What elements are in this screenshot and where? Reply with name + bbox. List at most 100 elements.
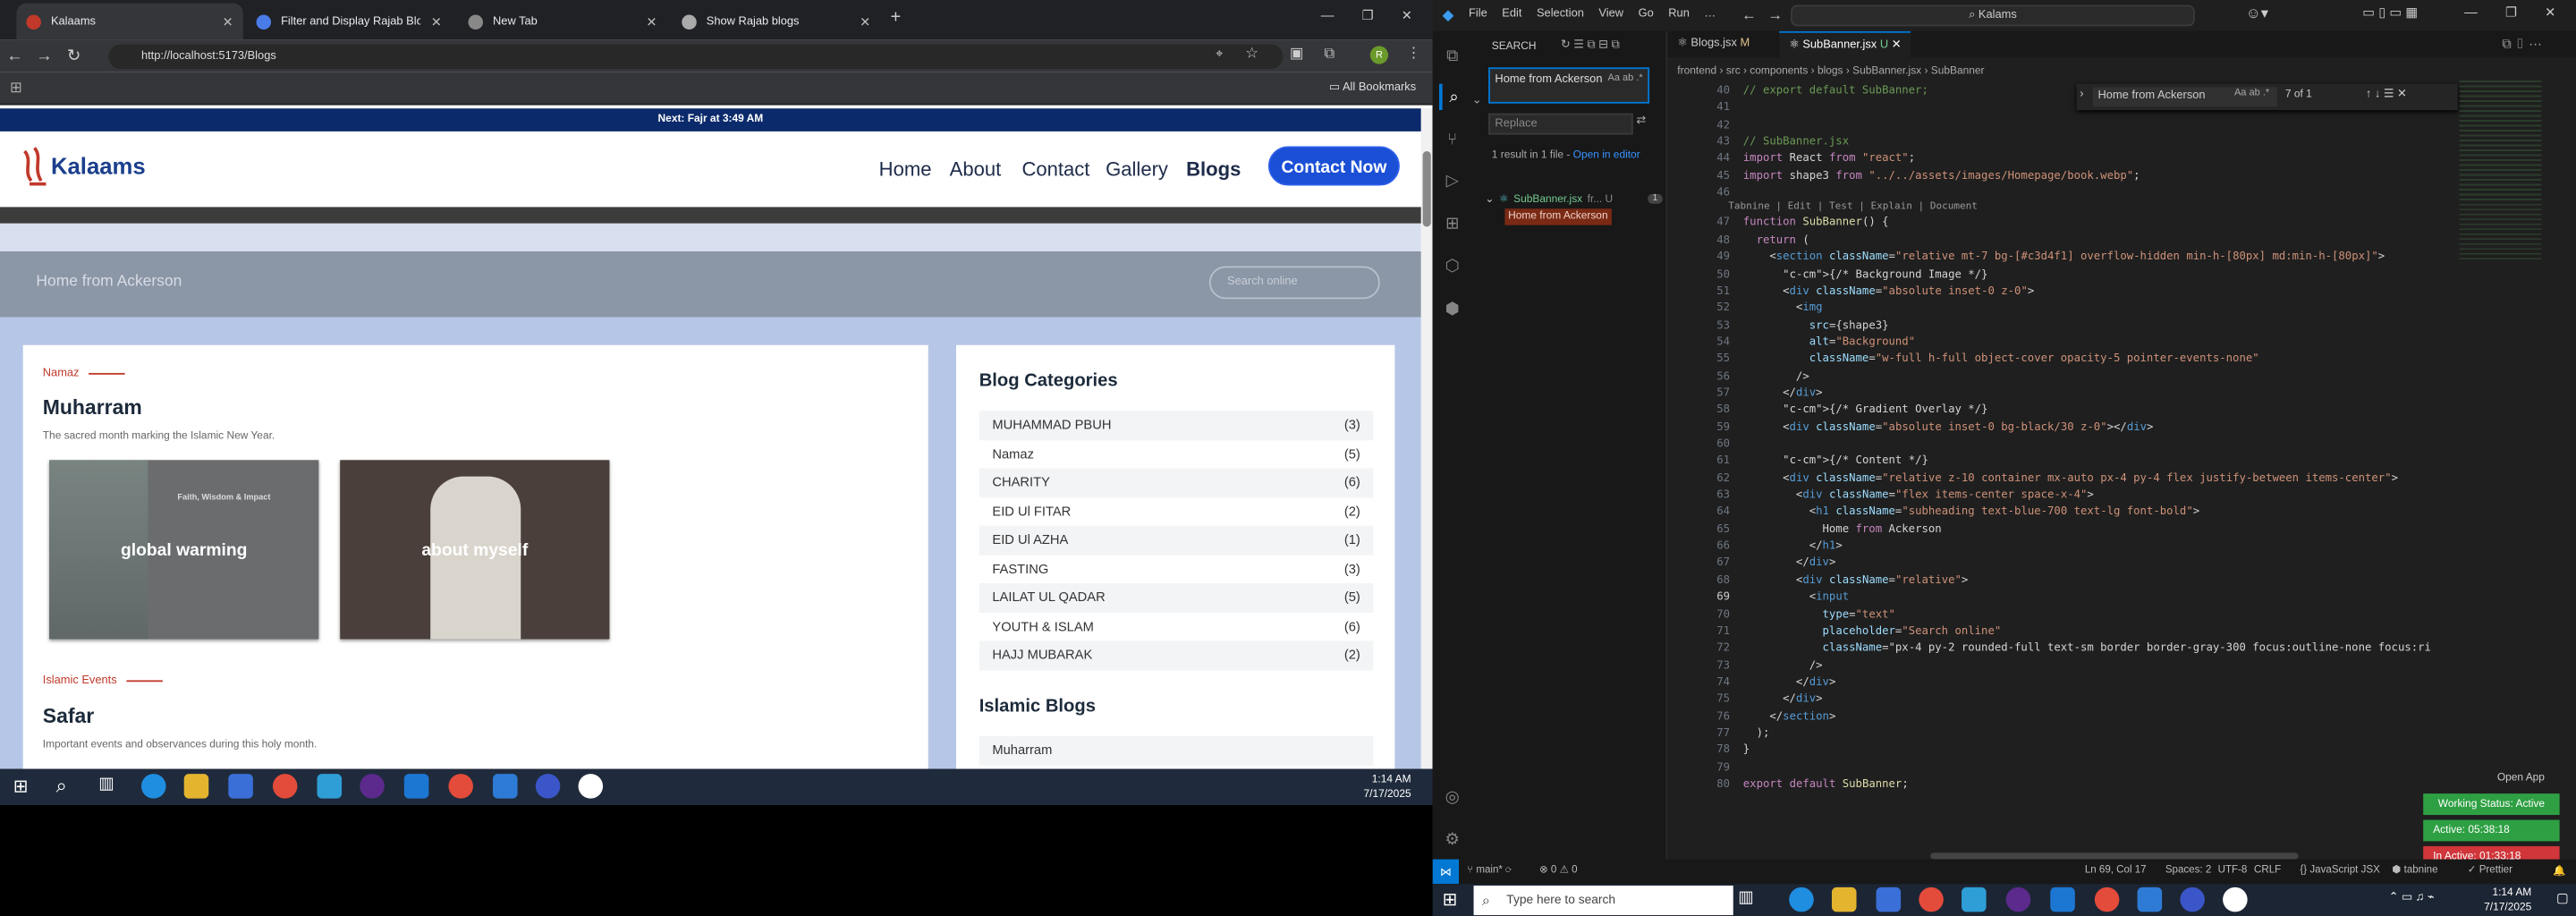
github-icon[interactable] bbox=[360, 774, 385, 799]
horizontal-scrollbar[interactable] bbox=[1930, 852, 2299, 860]
maximize-icon[interactable]: ❐ bbox=[2505, 5, 2517, 21]
menu-item[interactable]: … bbox=[1704, 8, 1716, 20]
code-line[interactable]: </div> bbox=[1743, 692, 1822, 706]
code-line[interactable]: src={shape3} bbox=[1743, 318, 1889, 331]
code-line[interactable]: "c-cm">{/* Content */} bbox=[1743, 454, 1928, 468]
code-line[interactable]: // SubBanner.jsx bbox=[1743, 135, 1849, 148]
file-explorer-icon[interactable] bbox=[1831, 886, 1857, 912]
breadcrumb-item[interactable]: SubBanner.jsx bbox=[1852, 65, 1921, 77]
zoom-icon[interactable] bbox=[2180, 886, 2205, 912]
code-line[interactable]: type="text" bbox=[1743, 607, 1895, 621]
menu-item[interactable]: Edit bbox=[1502, 8, 1521, 20]
browser-tab-kalaams[interactable]: Kalaams ✕ bbox=[16, 3, 243, 40]
code-line[interactable]: </div> bbox=[1743, 556, 1835, 570]
menu-item[interactable]: Run bbox=[1668, 8, 1690, 20]
post-title[interactable]: Safar bbox=[43, 705, 94, 728]
eol[interactable]: CRLF bbox=[2254, 864, 2281, 876]
store-icon[interactable] bbox=[1876, 886, 1902, 912]
breadcrumb-item[interactable]: components bbox=[1750, 65, 1808, 77]
close-icon[interactable]: ✕ bbox=[860, 14, 870, 30]
match-case-icon[interactable]: Aa ab .* bbox=[1608, 72, 1643, 88]
source-control-icon[interactable]: ⑂ bbox=[1439, 126, 1465, 152]
category-item[interactable]: FASTING (3) bbox=[979, 555, 1374, 583]
breadcrumb-item[interactable]: src bbox=[1726, 65, 1741, 77]
chrome-icon[interactable] bbox=[448, 774, 473, 799]
language-mode[interactable]: {} JavaScript JSX bbox=[2300, 864, 2379, 876]
chrome-icon[interactable] bbox=[2094, 886, 2120, 912]
category-item[interactable]: MUHAMMAD PBUH (3) bbox=[979, 411, 1374, 440]
url-input[interactable]: http://localhost:5173/Blogs bbox=[108, 44, 1284, 70]
category-item[interactable]: Namaz (5) bbox=[979, 439, 1374, 468]
toggle-replace-icon[interactable]: ⌄ bbox=[1472, 94, 1482, 107]
category-item[interactable]: LAILAT UL QADAR (5) bbox=[979, 583, 1374, 613]
minimize-icon[interactable]: — bbox=[1321, 8, 1335, 23]
chrome-icon[interactable] bbox=[1919, 886, 1944, 912]
search-input[interactable]: Search online bbox=[1208, 266, 1380, 300]
result-file-row[interactable]: ⌄ ⚛ SubBanner.jsx fr... U 1 bbox=[1485, 191, 1663, 207]
explorer-icon[interactable]: ⧉ bbox=[1439, 43, 1465, 69]
close-icon[interactable]: ✕ bbox=[431, 14, 442, 30]
code-line[interactable]: className="px-4 py-2 rounded-full text-s… bbox=[1743, 641, 2431, 655]
nav-contact[interactable]: Contact bbox=[1021, 157, 1089, 181]
code-line[interactable]: /> bbox=[1743, 658, 1823, 672]
code-line[interactable]: "c-cm">{/* Background Image */} bbox=[1743, 267, 1987, 280]
cursor-position[interactable]: Ln 69, Col 17 bbox=[2085, 864, 2147, 876]
contact-now-button[interactable]: Contact Now bbox=[1267, 146, 1400, 186]
app-icon[interactable] bbox=[2223, 886, 2248, 912]
search-icon[interactable]: ⌕ bbox=[55, 774, 66, 799]
category-item[interactable]: YOUTH & ISLAM (6) bbox=[979, 612, 1374, 640]
remote-indicator-icon[interactable]: ⋈ bbox=[1432, 859, 1460, 885]
layout-icons[interactable]: ▭ ▯ ▭ ▦ bbox=[2362, 5, 2418, 21]
minimap[interactable] bbox=[2459, 81, 2542, 262]
site-logo[interactable]: Kalaams bbox=[20, 145, 146, 188]
forward-icon[interactable]: → bbox=[1767, 6, 1783, 22]
blog-card-global-warming[interactable]: Faith, Wisdom & Impact global warming bbox=[49, 460, 319, 640]
nav-about[interactable]: About bbox=[950, 157, 1002, 181]
page-scroll-thumb[interactable] bbox=[1422, 150, 1431, 227]
code-editor[interactable]: 40 // export default SubBanner; 41 42 43 // S… bbox=[1667, 77, 2456, 833]
star-icon[interactable]: ☆ bbox=[1245, 45, 1258, 63]
tabnine-icon[interactable]: ⬢ bbox=[1439, 296, 1465, 322]
code-line[interactable]: import React from "react"; bbox=[1743, 152, 1915, 165]
code-line[interactable]: return ( bbox=[1743, 233, 1809, 246]
search-match-line[interactable]: Home from Ackerson bbox=[1504, 208, 1612, 225]
code-line[interactable]: // export default SubBanner; bbox=[1743, 84, 1928, 98]
editor-actions-icon[interactable]: ⧉ ▯ ··· bbox=[2502, 36, 2542, 52]
close-icon[interactable]: ✕ bbox=[646, 14, 657, 30]
bell-icon[interactable]: 🔔 bbox=[2553, 864, 2565, 878]
edge-icon[interactable] bbox=[140, 774, 166, 799]
puzzle-icon[interactable]: ⧉ bbox=[1324, 45, 1335, 63]
app-icon[interactable] bbox=[317, 774, 343, 799]
category-item[interactable]: HAJJ MUBARAK (2) bbox=[979, 640, 1374, 670]
back-icon[interactable]: ← bbox=[1741, 6, 1757, 22]
code-line[interactable]: export default SubBanner; bbox=[1743, 777, 1909, 791]
code-line[interactable]: ); bbox=[1743, 726, 1770, 740]
maximize-icon[interactable]: ❐ bbox=[1362, 8, 1374, 23]
code-line[interactable]: </section> bbox=[1743, 709, 1835, 723]
tabnine-status[interactable]: ⬢ tabnine bbox=[2392, 864, 2437, 876]
task-view-icon[interactable]: ▥ bbox=[1738, 889, 1753, 907]
extension-icon[interactable]: ▣ bbox=[1290, 45, 1304, 63]
code-line[interactable]: </div> bbox=[1743, 675, 1835, 689]
tray-icons[interactable]: ⌃ ▭ ♫ ⌁ bbox=[2389, 891, 2435, 903]
nav-blogs[interactable]: Blogs bbox=[1186, 157, 1241, 181]
close-window-icon[interactable]: ✕ bbox=[2545, 5, 2555, 21]
replace-all-icon[interactable]: ⇄ bbox=[1636, 114, 1646, 127]
nav-home[interactable]: Home bbox=[879, 157, 932, 181]
breadcrumb-item[interactable]: blogs bbox=[1818, 65, 1843, 77]
prettier-status[interactable]: ✓ Prettier bbox=[2468, 864, 2512, 876]
code-line[interactable]: "c-cm">{/* Gradient Overlay */} bbox=[1743, 403, 1987, 417]
apps-grid-icon[interactable]: ⊞ bbox=[10, 79, 22, 97]
code-line[interactable]: placeholder="Search online" bbox=[1743, 624, 2002, 638]
app-icon[interactable] bbox=[1962, 886, 1987, 912]
close-icon[interactable]: ✕ bbox=[223, 14, 233, 30]
windows-start-icon[interactable]: ⊞ bbox=[13, 776, 29, 797]
code-line[interactable]: <section className="relative mt-7 bg-[#c… bbox=[1743, 250, 2385, 263]
code-line[interactable]: Home from Ackerson bbox=[1743, 522, 1942, 536]
problems-indicator[interactable]: ⊗ 0 ⚠ 0 bbox=[1539, 864, 1578, 876]
command-center-search[interactable]: ⌕ Kalams bbox=[1791, 4, 2195, 27]
menu-item[interactable]: Go bbox=[1639, 8, 1654, 20]
chrome-icon[interactable] bbox=[272, 774, 298, 799]
code-line[interactable]: <img bbox=[1743, 301, 1823, 314]
vscode-icon[interactable] bbox=[403, 774, 429, 799]
